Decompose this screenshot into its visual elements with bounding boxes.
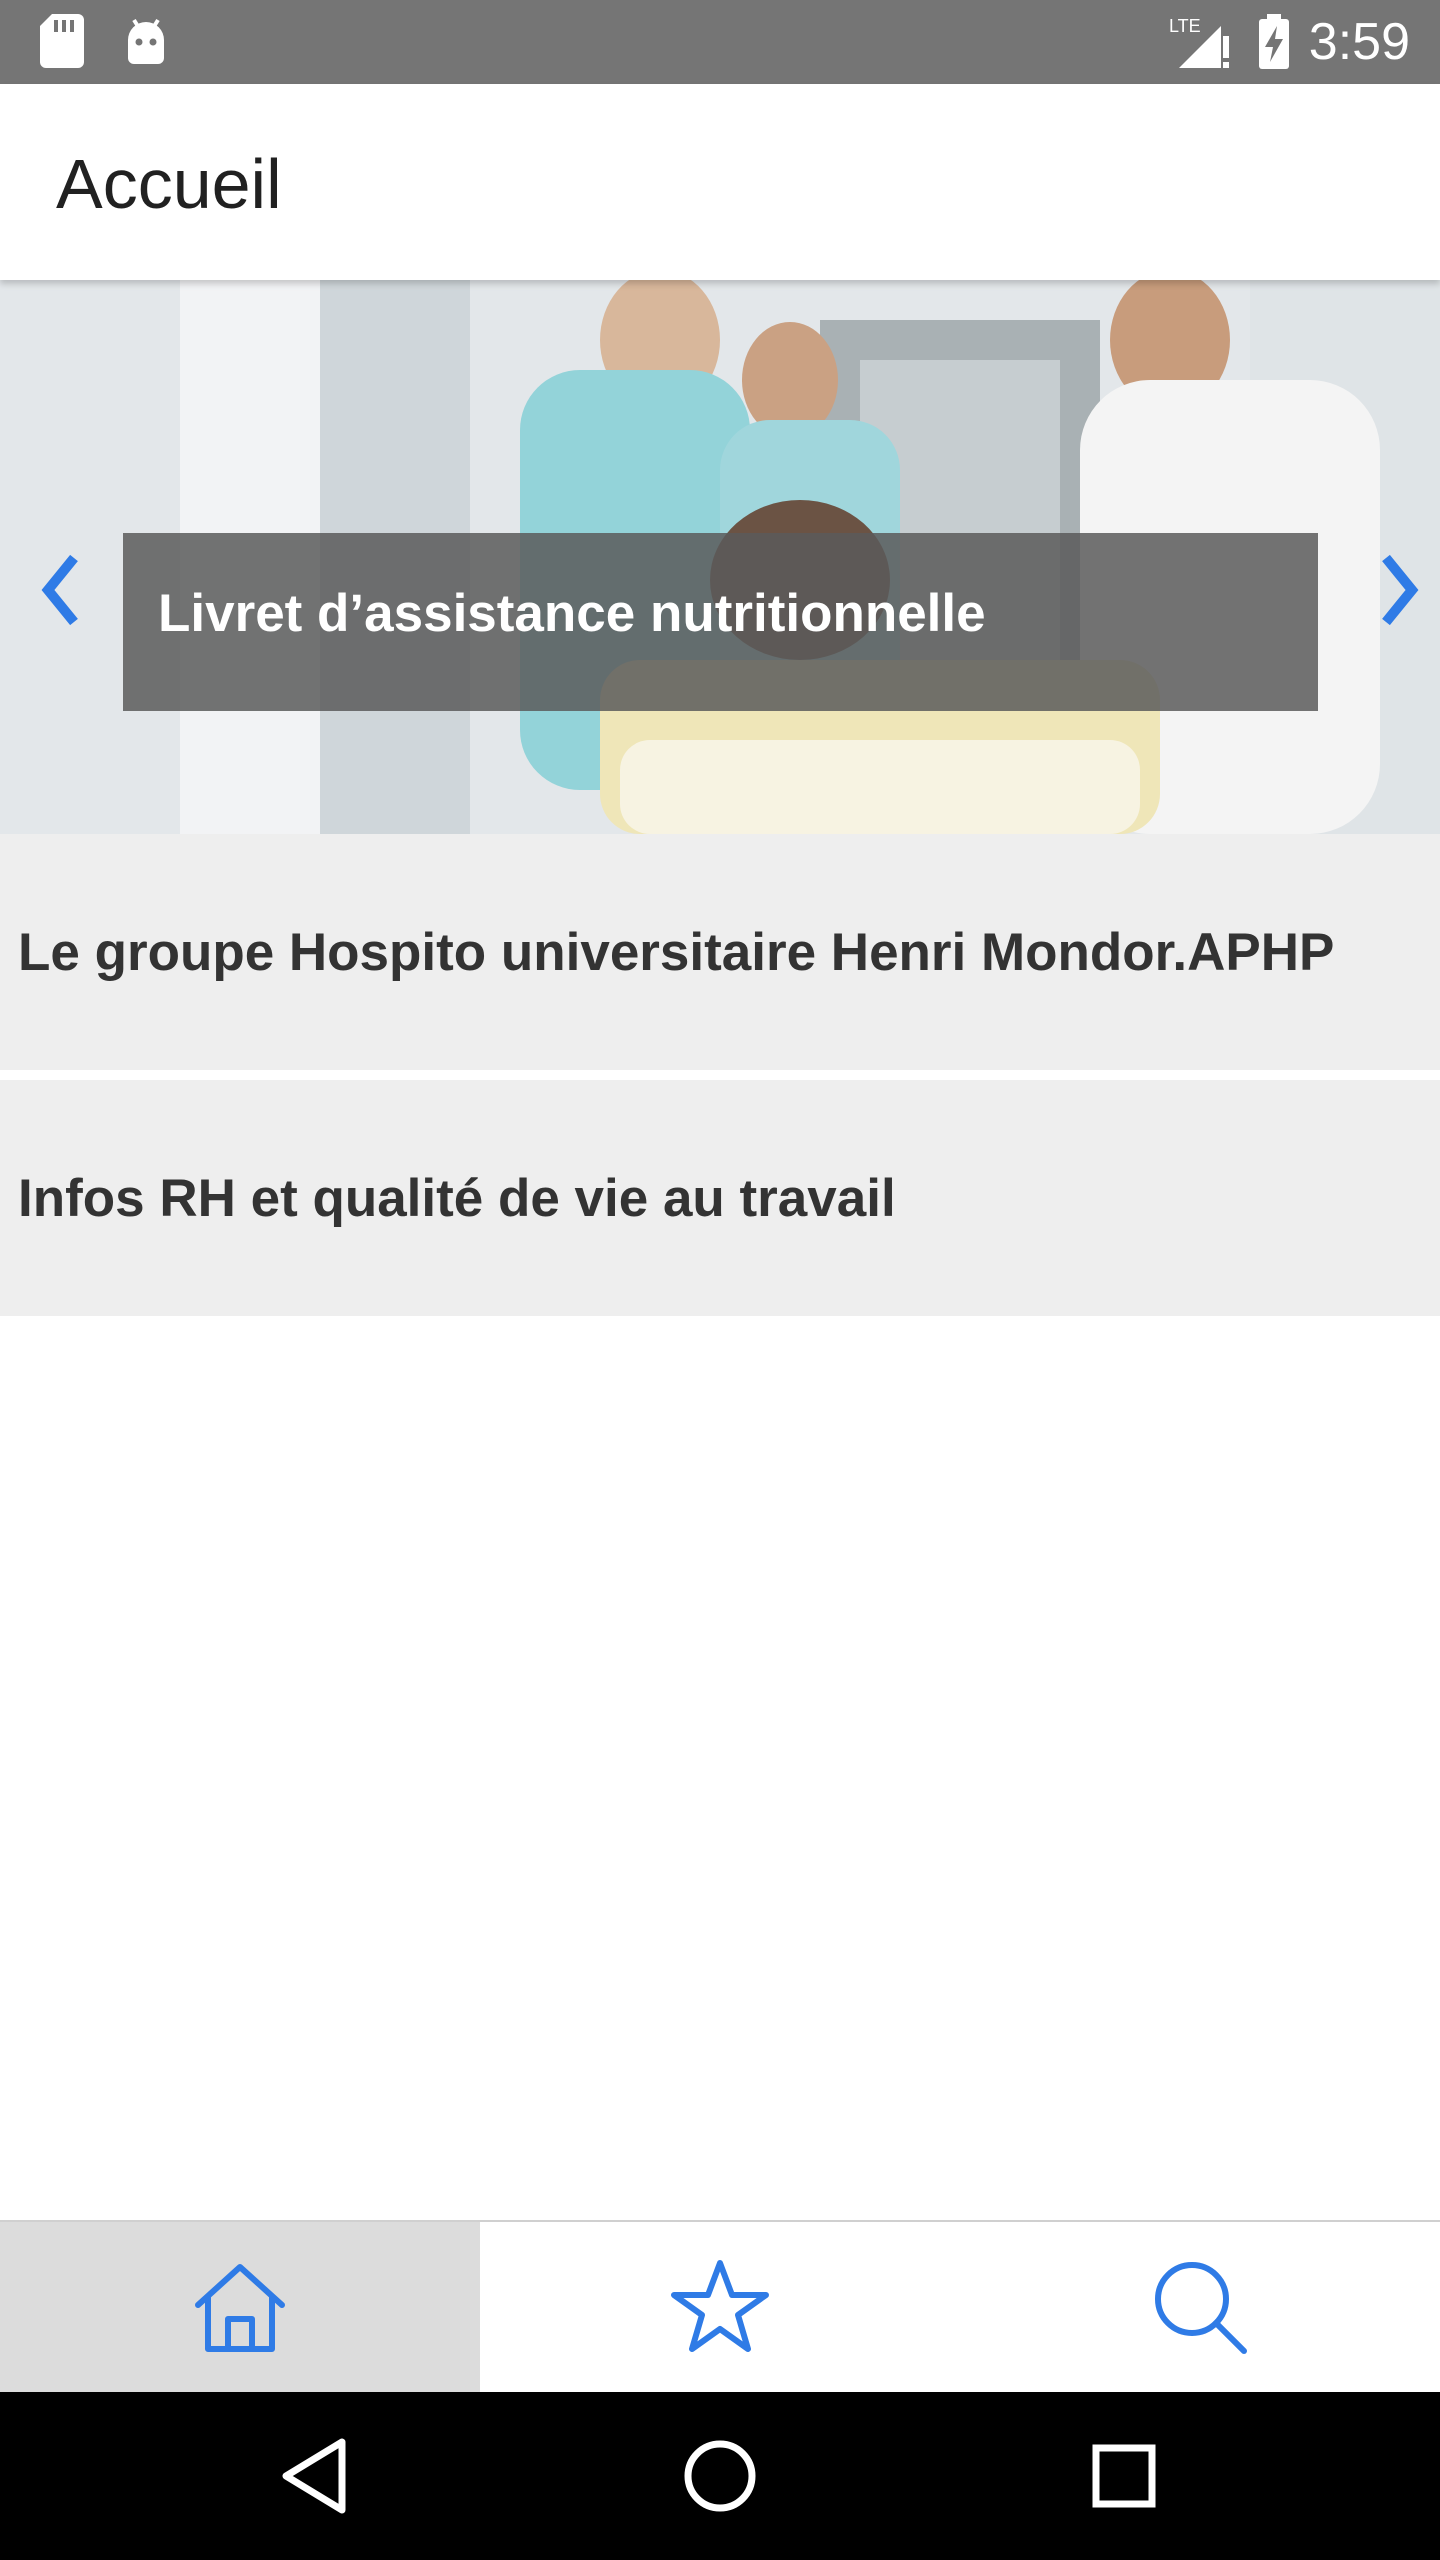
home-circle-icon[interactable] bbox=[676, 2432, 764, 2520]
app-bar: Accueil bbox=[0, 84, 1440, 280]
tab-search[interactable] bbox=[960, 2222, 1440, 2392]
page-title: Accueil bbox=[56, 145, 282, 223]
list-item-hospital-group[interactable]: Le groupe Hospito universitaire Henri Mo… bbox=[0, 834, 1440, 1070]
list-item-hr-info[interactable]: Infos RH et qualité de vie au travail bbox=[0, 1080, 1440, 1316]
status-clock: 3:59 bbox=[1308, 13, 1410, 71]
list-item-label: Infos RH et qualité de vie au travail bbox=[18, 1168, 896, 1228]
star-icon bbox=[671, 2260, 769, 2352]
network-label: LTE bbox=[1169, 16, 1201, 36]
carousel-prev-button[interactable] bbox=[30, 530, 90, 650]
carousel-next-button[interactable] bbox=[1370, 530, 1430, 650]
back-icon[interactable] bbox=[272, 2432, 360, 2520]
signal-icon: LTE bbox=[1169, 16, 1229, 68]
bottom-navigation bbox=[0, 2220, 1440, 2392]
system-navigation-bar bbox=[0, 2392, 1440, 2560]
chevron-right-icon bbox=[1382, 554, 1419, 626]
tab-home[interactable] bbox=[0, 2222, 480, 2392]
sd-card-icon bbox=[40, 14, 84, 68]
battery-charging-icon bbox=[1258, 14, 1289, 69]
carousel-caption-text: Livret d’assistance nutritionnelle bbox=[158, 584, 986, 643]
home-icon bbox=[195, 2264, 285, 2352]
recents-icon[interactable] bbox=[1080, 2432, 1168, 2520]
status-bar: LTE 3:59 bbox=[0, 0, 1440, 84]
tab-favorites[interactable] bbox=[480, 2222, 960, 2392]
list-item-label: Le groupe Hospito universitaire Henri Mo… bbox=[18, 922, 1335, 982]
hero-carousel[interactable]: Livret d’assistance nutritionnelle bbox=[0, 280, 1440, 834]
carousel-caption[interactable]: Livret d’assistance nutritionnelle bbox=[123, 533, 1318, 711]
search-icon bbox=[1155, 2262, 1247, 2354]
android-icon bbox=[128, 18, 164, 64]
chevron-left-icon bbox=[41, 554, 78, 626]
